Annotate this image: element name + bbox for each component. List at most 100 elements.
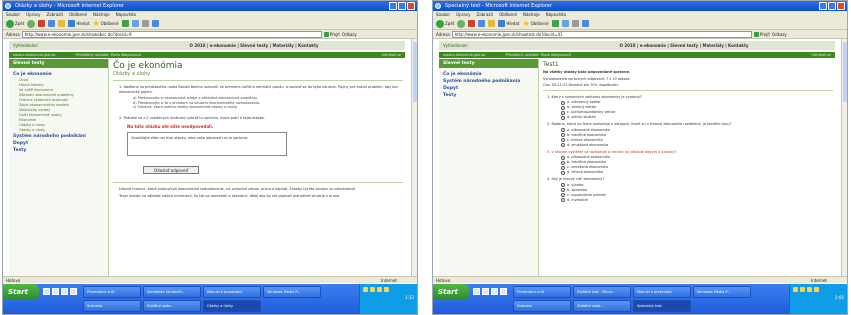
mail-button[interactable] (131, 20, 139, 27)
submit-answer-button[interactable]: Odoslať odpoveď (143, 166, 199, 174)
radio-button[interactable] (561, 165, 565, 170)
search-button[interactable]: Hledat (498, 20, 519, 27)
radio-button[interactable] (561, 115, 565, 120)
print-button[interactable] (141, 20, 149, 27)
quick-launch-icon[interactable] (61, 288, 68, 295)
radio-button[interactable] (561, 128, 565, 132)
minimize-button[interactable] (389, 2, 397, 10)
menu-edit[interactable]: Úpravy (456, 11, 470, 18)
menu-favorites[interactable]: Oblíbené (499, 11, 517, 18)
forward-button[interactable] (27, 19, 36, 28)
quick-launch-icon[interactable] (500, 288, 507, 295)
stop-button[interactable] (468, 20, 476, 27)
favorites-button[interactable]: ★ Oblíbené (92, 19, 118, 28)
history-button[interactable] (551, 20, 559, 27)
back-button[interactable]: Zpět (6, 19, 24, 28)
radio-button[interactable] (561, 138, 565, 142)
address-input[interactable]: http://www.e-ekonomie.jper.sk/showobsc.d… (21, 30, 322, 38)
menu-file[interactable]: Soubor (436, 11, 450, 18)
taskbar-button[interactable]: Prezentace e-lit (83, 286, 141, 298)
answer-option[interactable]: d. investície (561, 198, 833, 203)
back-button[interactable]: Zpět (436, 19, 454, 28)
favorites-button[interactable]: ★ Oblíbené (522, 19, 548, 28)
radio-button[interactable] (561, 160, 565, 165)
radio-button[interactable] (561, 105, 565, 110)
start-button[interactable]: Start (433, 284, 469, 300)
forward-button[interactable] (457, 19, 466, 28)
radio-button[interactable] (561, 155, 565, 160)
maximize-button[interactable] (828, 2, 836, 10)
radio-button[interactable] (561, 133, 565, 137)
site-nav[interactable]: O 2010 | e-ekonomie | Slevné testy | Mat… (533, 41, 835, 50)
tray-icon[interactable] (800, 287, 805, 292)
sidebar-item[interactable]: Testy (9, 147, 108, 154)
tray-icon[interactable] (384, 287, 389, 292)
minimize-button[interactable] (819, 2, 827, 10)
maximize-button[interactable] (398, 2, 406, 10)
close-button[interactable] (837, 2, 845, 10)
tray-icon[interactable] (807, 287, 812, 292)
edit-button[interactable] (151, 20, 159, 27)
quick-launch-icon[interactable] (482, 288, 489, 295)
home-button[interactable] (58, 20, 66, 27)
menu-favorites[interactable]: Oblíbené (69, 11, 87, 18)
sidebar-item[interactable]: Co je ekonomie (9, 71, 108, 78)
site-nav[interactable]: O 2010 | e-ekonomie | Slevné testy | Mat… (103, 41, 405, 50)
quick-launch-icon[interactable] (52, 288, 59, 295)
radio-button[interactable] (561, 183, 565, 187)
tray-icon[interactable] (793, 287, 798, 292)
menu-tools[interactable]: Nástroje (523, 11, 540, 18)
quick-launch-icon[interactable] (70, 288, 77, 295)
close-button[interactable] (407, 2, 415, 10)
address-input[interactable]: http://www.e-ekonomie.jper.sk/showtest.d… (451, 30, 752, 38)
answer-option[interactable]: d. trhová ekonomika (561, 170, 833, 175)
tray-icon[interactable] (377, 287, 382, 292)
taskbar-button[interactable]: Zeměplán Studentů... (143, 286, 201, 298)
sidebar-item[interactable]: Dopyt (439, 85, 538, 92)
taskbar-button[interactable]: Windows Media P... (693, 286, 751, 298)
start-button[interactable]: Start (3, 284, 39, 300)
menu-file[interactable]: Soubor (6, 11, 20, 18)
site-search[interactable]: Vyhledávání (13, 41, 103, 50)
taskbar-button[interactable]: Scenario (83, 300, 141, 312)
menu-tools[interactable]: Nástroje (93, 11, 110, 18)
answer-option[interactable]: d. sektor služieb (561, 115, 833, 120)
taskbar-button[interactable]: Manuál k prezentaci (633, 286, 691, 298)
menu-view[interactable]: Zobrazit (476, 11, 493, 18)
sidebar-item[interactable]: Systém národního podnikání (9, 133, 108, 140)
menu-edit[interactable]: Úpravy (26, 11, 40, 18)
tray-icon[interactable] (370, 287, 375, 292)
quick-launch-icon[interactable] (491, 288, 498, 295)
radio-button[interactable] (561, 188, 565, 192)
logout-link[interactable]: Odhlásit se (811, 52, 835, 58)
mail-button[interactable] (561, 20, 569, 27)
sidebar-item[interactable]: Testy (439, 92, 538, 99)
site-search[interactable]: Vyhledávání (443, 41, 533, 50)
taskbar-button[interactable]: Manuál k prezentaci (203, 286, 261, 298)
radio-button[interactable] (561, 170, 565, 175)
answer-option[interactable]: d. zmiešaná ekonomika (561, 143, 833, 148)
links-label[interactable]: Odkazy (772, 32, 787, 37)
taskbar-button[interactable]: Zvláštní sada... (143, 300, 201, 312)
taskbar-button[interactable]: Zvláštní sada... (573, 300, 631, 312)
taskbar-button[interactable]: Windows Media P... (263, 286, 321, 298)
logout-link[interactable]: Odhlásit se (381, 52, 405, 58)
refresh-button[interactable] (478, 20, 486, 27)
sidebar-item[interactable]: Čo je ekonómia (439, 71, 538, 78)
radio-button[interactable] (561, 193, 565, 197)
quick-launch-icon[interactable] (473, 288, 480, 295)
radio-button[interactable] (561, 143, 565, 147)
links-label[interactable]: Odkazy (342, 32, 357, 37)
menu-help[interactable]: Nápověda (116, 11, 136, 18)
stop-button[interactable] (38, 20, 46, 27)
taskbar-button[interactable]: Prezentace e-lit (513, 286, 571, 298)
search-button[interactable]: Hledat (68, 20, 89, 27)
vertical-scrollbar[interactable] (411, 39, 417, 276)
tray-icon[interactable] (814, 287, 819, 292)
sidebar-item[interactable]: Systém národného podnikania (439, 78, 538, 85)
go-button[interactable]: Přejít (753, 31, 770, 37)
home-button[interactable] (488, 20, 496, 27)
sidebar-item[interactable]: Dopyt (9, 140, 108, 147)
taskbar-button[interactable]: Zvláštní test - Micro... (573, 286, 631, 298)
taskbar-button-active[interactable]: Otázky a úlohy (203, 300, 261, 312)
